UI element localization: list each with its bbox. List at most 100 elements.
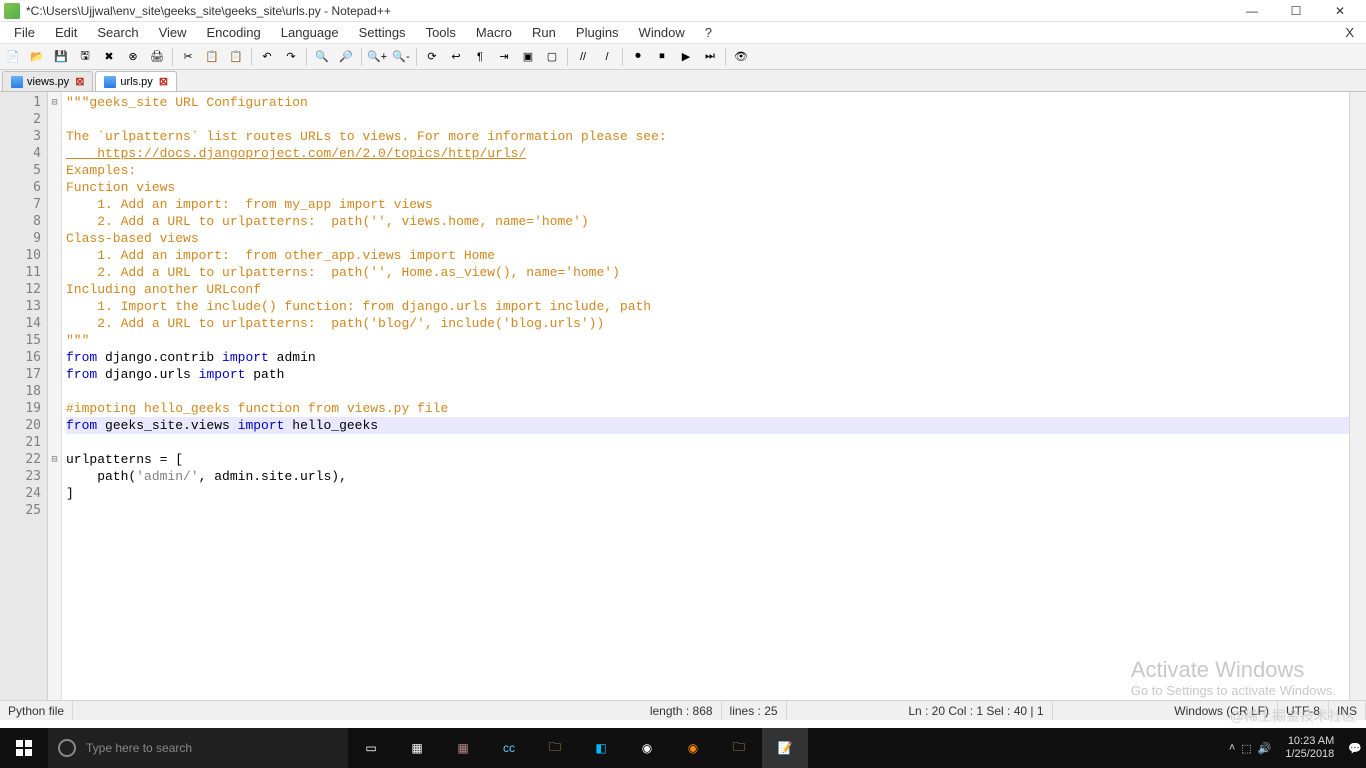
toolbar-fold-icon[interactable]: ▣ (517, 46, 539, 68)
toolbar-record-icon[interactable]: ⏺ (627, 46, 649, 68)
code-line[interactable]: Examples: (66, 162, 1349, 179)
toolbar-paste-icon[interactable]: 📋 (225, 46, 247, 68)
toolbar-new-icon[interactable]: 📄 (2, 46, 24, 68)
toolbar-replace-icon[interactable]: 🔎 (335, 46, 357, 68)
fold-marker (48, 162, 61, 179)
code-line[interactable]: Including another URLconf (66, 281, 1349, 298)
notepadpp-icon[interactable]: 📝 (762, 728, 808, 768)
code-line[interactable]: 1. Import the include() function: from d… (66, 298, 1349, 315)
start-button[interactable] (0, 728, 48, 768)
code-line[interactable]: 2. Add a URL to urlpatterns: path('', Ho… (66, 264, 1349, 281)
code-line[interactable]: """geeks_site URL Configuration (66, 94, 1349, 111)
taskbar-clock[interactable]: 10:23 AM 1/25/2018 (1277, 735, 1342, 761)
taskbar-app-3[interactable]: cc (486, 728, 532, 768)
maximize-button[interactable]: ☐ (1274, 0, 1318, 22)
tray-chevron-icon[interactable]: ˄ (1229, 742, 1235, 754)
code-line[interactable]: urlpatterns = [ (66, 451, 1349, 468)
task-view-icon[interactable]: ▭ (348, 728, 394, 768)
code-line[interactable]: 1. Add an import: from my_app import vie… (66, 196, 1349, 213)
toolbar-print-icon[interactable]: 🖨 (146, 46, 168, 68)
code-line[interactable]: Function views (66, 179, 1349, 196)
toolbar-play-multi-icon[interactable]: ⏭ (699, 46, 721, 68)
menu-help[interactable]: ? (695, 23, 722, 42)
menu-search[interactable]: Search (87, 23, 148, 42)
code-line[interactable] (66, 502, 1349, 519)
tab-close-icon[interactable]: ⊠ (159, 75, 168, 88)
toolbar-indent-icon[interactable]: ⇥ (493, 46, 515, 68)
taskbar-app-1[interactable]: ▦ (394, 728, 440, 768)
code-line[interactable]: from django.contrib import admin (66, 349, 1349, 366)
toolbar-monitor-icon[interactable]: 👁 (730, 46, 752, 68)
tab-views[interactable]: views.py ⊠ (2, 71, 93, 91)
close-button[interactable]: ✕ (1318, 0, 1362, 22)
toolbar-find-icon[interactable]: 🔍 (311, 46, 333, 68)
tray-network-icon[interactable]: ⬚ (1241, 742, 1251, 755)
toolbar-close-icon[interactable]: ✖ (98, 46, 120, 68)
menu-language[interactable]: Language (271, 23, 349, 42)
file-explorer-icon[interactable]: 🗀 (532, 728, 578, 768)
code-line[interactable]: Class-based views (66, 230, 1349, 247)
pycharm-icon[interactable]: ◧ (578, 728, 624, 768)
fold-marker[interactable]: ⊟ (48, 94, 61, 111)
toolbar-copy-icon[interactable]: 📋 (201, 46, 223, 68)
firefox-icon[interactable]: ◉ (670, 728, 716, 768)
menu-settings[interactable]: Settings (349, 23, 416, 42)
folder-icon[interactable]: 🗀 (716, 728, 762, 768)
code-line[interactable]: 2. Add a URL to urlpatterns: path('', vi… (66, 213, 1349, 230)
code-line[interactable]: 1. Add an import: from other_app.views i… (66, 247, 1349, 264)
menu-plugins[interactable]: Plugins (566, 23, 629, 42)
menu-encoding[interactable]: Encoding (197, 23, 271, 42)
code-line[interactable]: """ (66, 332, 1349, 349)
code-line[interactable]: The `urlpatterns` list routes URLs to vi… (66, 128, 1349, 145)
code-line[interactable]: path('admin/', admin.site.urls), (66, 468, 1349, 485)
code-line[interactable]: from django.urls import path (66, 366, 1349, 383)
tab-close-icon[interactable]: ⊠ (75, 75, 84, 88)
menu-window[interactable]: Window (629, 23, 695, 42)
tab-area-close-icon[interactable]: X (1337, 25, 1362, 40)
toolbar-sync-icon[interactable]: ⟳ (421, 46, 443, 68)
chrome-icon[interactable]: ◉ (624, 728, 670, 768)
taskbar-app-2[interactable]: ▦ (440, 728, 486, 768)
toolbar-zoom-out-icon[interactable]: 🔍- (390, 46, 412, 68)
menu-macro[interactable]: Macro (466, 23, 522, 42)
tab-urls[interactable]: urls.py ⊠ (95, 71, 177, 91)
toolbar-chars-icon[interactable]: ¶ (469, 46, 491, 68)
code-area[interactable]: """geeks_site URL Configuration The `urlp… (62, 92, 1349, 700)
toolbar-stop-icon[interactable]: ⏹ (651, 46, 673, 68)
code-line[interactable] (66, 434, 1349, 451)
menu-run[interactable]: Run (522, 23, 566, 42)
toolbar-redo-icon[interactable]: ↷ (280, 46, 302, 68)
toolbar-zoom-in-icon[interactable]: 🔍+ (366, 46, 388, 68)
fold-marker (48, 264, 61, 281)
menu-view[interactable]: View (149, 23, 197, 42)
toolbar-cut-icon[interactable]: ✂ (177, 46, 199, 68)
fold-marker (48, 196, 61, 213)
code-line[interactable]: #impoting hello_geeks function from view… (66, 400, 1349, 417)
code-line[interactable] (66, 383, 1349, 400)
code-line[interactable]: 2. Add a URL to urlpatterns: path('blog/… (66, 315, 1349, 332)
toolbar-comment-icon[interactable]: // (572, 46, 594, 68)
toolbar-open-icon[interactable]: 📂 (26, 46, 48, 68)
code-line[interactable]: from geeks_site.views import hello_geeks (66, 417, 1349, 434)
notifications-icon[interactable]: 💬 (1348, 742, 1362, 755)
toolbar-undo-icon[interactable]: ↶ (256, 46, 278, 68)
toolbar-play-icon[interactable]: ▶ (675, 46, 697, 68)
minimize-button[interactable]: — (1230, 0, 1274, 22)
fold-marker[interactable]: ⊟ (48, 451, 61, 468)
menu-edit[interactable]: Edit (45, 23, 87, 42)
menu-tools[interactable]: Tools (416, 23, 466, 42)
vertical-scrollbar[interactable] (1349, 92, 1366, 700)
toolbar-unfold-icon[interactable]: ▢ (541, 46, 563, 68)
code-line[interactable]: ] (66, 485, 1349, 502)
toolbar-uncomment-icon[interactable]: / (596, 46, 618, 68)
toolbar-close-all-icon[interactable]: ⊗ (122, 46, 144, 68)
tray-volume-icon[interactable]: 🔊 (1258, 742, 1272, 755)
toolbar-save-all-icon[interactable]: 🖫 (74, 46, 96, 68)
code-line[interactable] (66, 111, 1349, 128)
toolbar-wrap-icon[interactable]: ↩ (445, 46, 467, 68)
taskbar-search[interactable]: Type here to search (48, 728, 348, 768)
code-line[interactable]: https://docs.djangoproject.com/en/2.0/to… (66, 145, 1349, 162)
toolbar-save-icon[interactable]: 💾 (50, 46, 72, 68)
fold-marker (48, 179, 61, 196)
menu-file[interactable]: File (4, 23, 45, 42)
